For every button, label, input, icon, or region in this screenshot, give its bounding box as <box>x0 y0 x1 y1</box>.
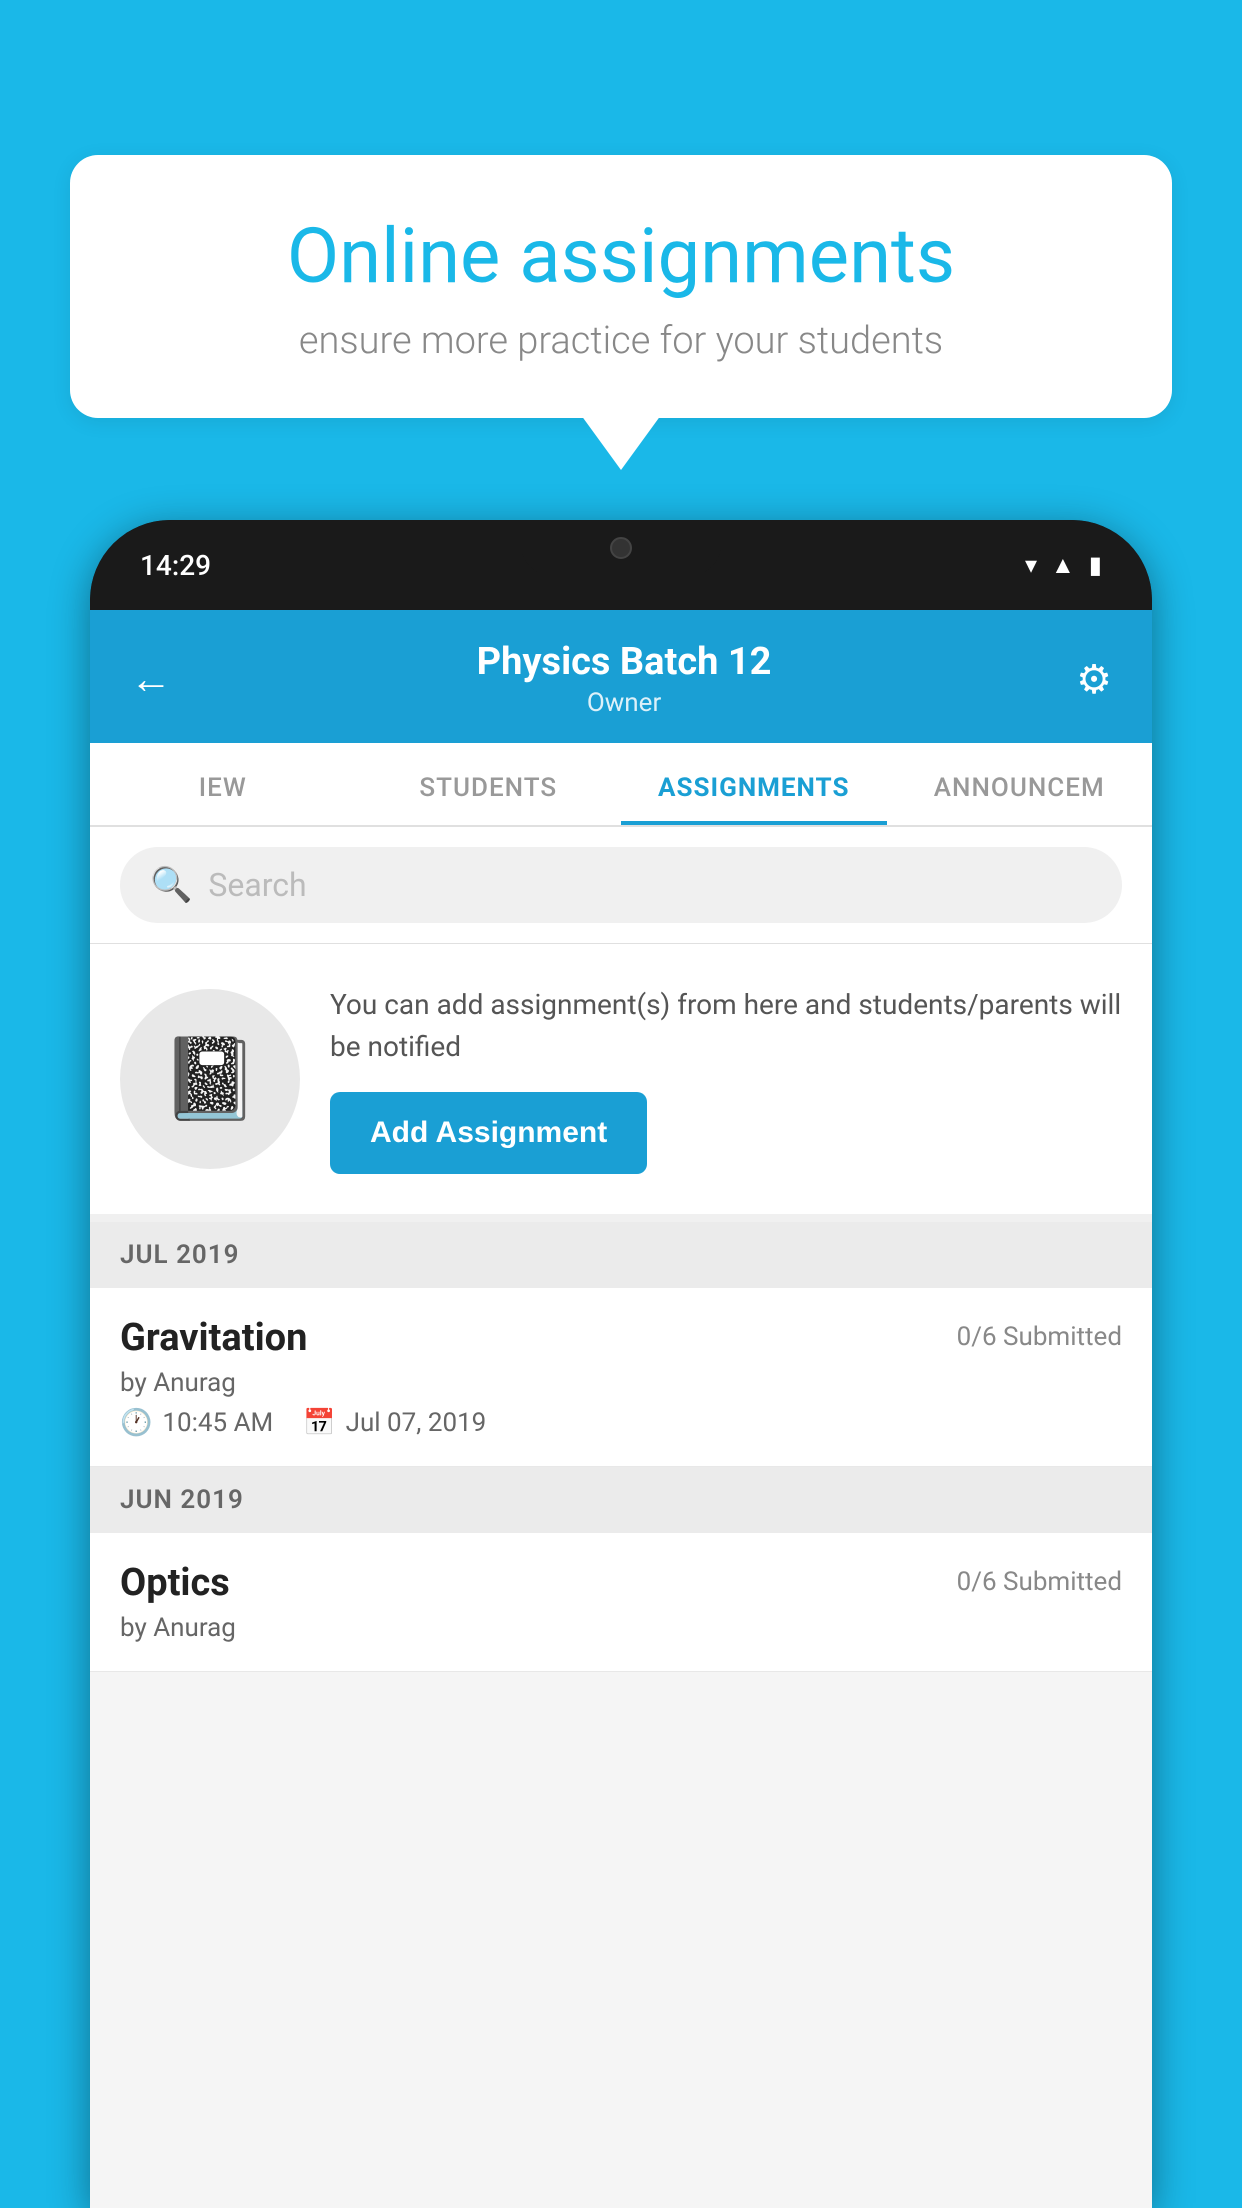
section-jun-label: JUN 2019 <box>120 1485 244 1515</box>
status-bar: 14:29 ▾ ▲ ▮ <box>90 520 1152 610</box>
back-button[interactable]: ← <box>130 655 172 704</box>
tab-students[interactable]: STUDENTS <box>356 743 622 825</box>
notebook-icon: 📓 <box>160 1032 260 1126</box>
tab-announcements[interactable]: ANNOUNCEM <box>887 743 1153 825</box>
battery-icon: ▮ <box>1089 551 1102 579</box>
assignment-time-gravitation: 🕐 10:45 AM <box>120 1408 273 1438</box>
search-bar[interactable]: 🔍 Search <box>120 847 1122 923</box>
assignment-gravitation[interactable]: Gravitation 0/6 Submitted by Anurag 🕐 10… <box>90 1288 1152 1467</box>
speech-bubble: Online assignments ensure more practice … <box>70 155 1172 418</box>
bubble-subtitle: ensure more practice for your students <box>140 319 1102 363</box>
phone-frame: 14:29 ▾ ▲ ▮ ← Physics Batch 12 Owner ⚙ I… <box>90 520 1152 2208</box>
bubble-title: Online assignments <box>140 215 1102 299</box>
add-assignment-button[interactable]: Add Assignment <box>330 1092 647 1174</box>
section-jun-2019: JUN 2019 <box>90 1467 1152 1533</box>
assignment-author-gravitation: by Anurag <box>120 1368 236 1398</box>
settings-icon[interactable]: ⚙ <box>1076 656 1112 703</box>
search-icon: 🔍 <box>150 865 192 905</box>
assignment-meta-gravitation: by Anurag <box>120 1368 1122 1398</box>
header-subtitle: Owner <box>477 688 772 718</box>
date-value-gravitation: Jul 07, 2019 <box>346 1408 487 1438</box>
assignment-author-optics: by Anurag <box>120 1613 236 1643</box>
tab-assignments[interactable]: ASSIGNMENTS <box>621 743 887 825</box>
assignment-date-gravitation: 📅 Jul 07, 2019 <box>303 1408 486 1438</box>
header-title: Physics Batch 12 <box>477 640 772 684</box>
tab-iew[interactable]: IEW <box>90 743 356 825</box>
header-title-group: Physics Batch 12 Owner <box>477 640 772 718</box>
section-jul-2019: JUL 2019 <box>90 1222 1152 1288</box>
assignment-row-top: Gravitation 0/6 Submitted <box>120 1316 1122 1360</box>
tab-bar: IEW STUDENTS ASSIGNMENTS ANNOUNCEM <box>90 743 1152 827</box>
time-value-gravitation: 10:45 AM <box>162 1408 273 1438</box>
status-icons: ▾ ▲ ▮ <box>1025 551 1102 580</box>
assignment-details-gravitation: 🕐 10:45 AM 📅 Jul 07, 2019 <box>120 1408 1122 1438</box>
calendar-icon: 📅 <box>303 1408 335 1438</box>
assignment-submitted-gravitation: 0/6 Submitted <box>957 1322 1122 1352</box>
search-container: 🔍 Search <box>90 827 1152 944</box>
section-jul-label: JUL 2019 <box>120 1240 240 1270</box>
assignment-name-gravitation: Gravitation <box>120 1316 307 1360</box>
app-screen: ← Physics Batch 12 Owner ⚙ IEW STUDENTS … <box>90 610 1152 2208</box>
signal-icon: ▲ <box>1051 551 1075 580</box>
assignment-meta-optics: by Anurag <box>120 1613 1122 1643</box>
camera <box>610 537 632 559</box>
clock-icon: 🕐 <box>120 1408 152 1438</box>
assignment-row-top-optics: Optics 0/6 Submitted <box>120 1561 1122 1605</box>
phone-notch <box>521 520 721 575</box>
assignment-name-optics: Optics <box>120 1561 230 1605</box>
app-header: ← Physics Batch 12 Owner ⚙ <box>90 610 1152 743</box>
phone-time: 14:29 <box>140 549 211 582</box>
promo-text: You can add assignment(s) from here and … <box>330 984 1122 1068</box>
promo-content: You can add assignment(s) from here and … <box>330 984 1122 1174</box>
promo-section: 📓 You can add assignment(s) from here an… <box>90 944 1152 1222</box>
assignment-optics[interactable]: Optics 0/6 Submitted by Anurag <box>90 1533 1152 1672</box>
search-input[interactable]: Search <box>208 866 306 904</box>
speech-bubble-container: Online assignments ensure more practice … <box>70 155 1172 418</box>
assignment-submitted-optics: 0/6 Submitted <box>957 1567 1122 1597</box>
wifi-icon: ▾ <box>1025 551 1037 579</box>
promo-icon-circle: 📓 <box>120 989 300 1169</box>
